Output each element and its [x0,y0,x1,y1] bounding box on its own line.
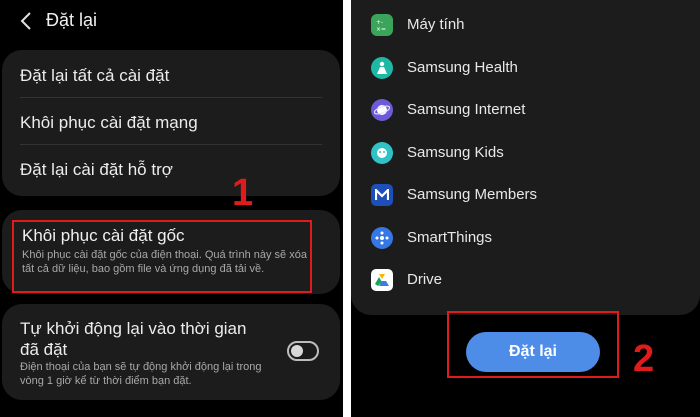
factory-reset-item[interactable]: Khôi phục cài đặt gốc Khôi phục cài đặt … [12,220,312,293]
reset-accessibility-settings-item[interactable]: Đặt lại cài đặt hỗ trợ [20,160,173,180]
internet-icon [371,99,393,121]
back-icon[interactable] [20,11,32,31]
app-label: Samsung Members [407,186,538,203]
app-label: Samsung Internet [407,101,526,118]
step-2-annotation: 2 [633,338,655,380]
health-icon [371,57,393,79]
app-label: Máy tính [407,16,465,33]
app-label: Samsung Health [407,59,518,76]
divider [20,97,322,98]
app-label: Samsung Kids [407,144,504,161]
smartthings-icon [371,227,393,249]
auto-restart-card: Tự khởi động lại vào thời gian đã đặt Đi… [2,304,340,400]
svg-text:+-: +- [376,19,383,26]
factory-reset-confirm-screen: +- ×= Máy tính Samsung Health Samsung Int… [351,0,700,417]
app-label: Drive [407,271,443,288]
toggle-knob [291,345,303,357]
apps-list: +- ×= Máy tính Samsung Health Samsung Int… [351,0,700,315]
calculator-icon: +- ×= [371,14,393,36]
kids-icon [371,142,393,164]
members-icon [371,184,393,206]
page-title: Đặt lại [46,10,98,30]
app-label: SmartThings [407,229,493,246]
header: Đặt lại [0,0,343,44]
auto-restart-toggle[interactable] [287,341,319,361]
reset-all-settings-item[interactable]: Đặt lại tất cả cài đặt [20,66,169,86]
drive-icon [371,269,393,291]
auto-restart-title[interactable]: Tự khởi động lại vào thời gian đã đặt [20,318,270,360]
factory-reset-title: Khôi phục cài đặt gốc [22,226,185,245]
reset-button[interactable]: Đặt lại [466,332,600,372]
divider [20,144,322,145]
auto-restart-description: Điện thoại của bạn sẽ tự động khởi động … [20,361,262,387]
reset-settings-screen: Đặt lại Đặt lại tất cả cài đặt Khôi phục… [0,0,343,417]
factory-reset-description: Khôi phục cài đặt gốc của điện thoại. Qu… [22,249,307,275]
reset-network-settings-item[interactable]: Khôi phục cài đặt mạng [20,113,198,133]
reset-options-card: Đặt lại tất cả cài đặt Khôi phục cài đặt… [2,50,340,196]
image-separator [343,0,351,417]
step-1-annotation: 1 [232,172,254,214]
svg-text:×=: ×= [376,26,386,32]
factory-reset-card: Khôi phục cài đặt gốc Khôi phục cài đặt … [2,210,340,294]
reset-button-highlight: Đặt lại [447,311,619,378]
